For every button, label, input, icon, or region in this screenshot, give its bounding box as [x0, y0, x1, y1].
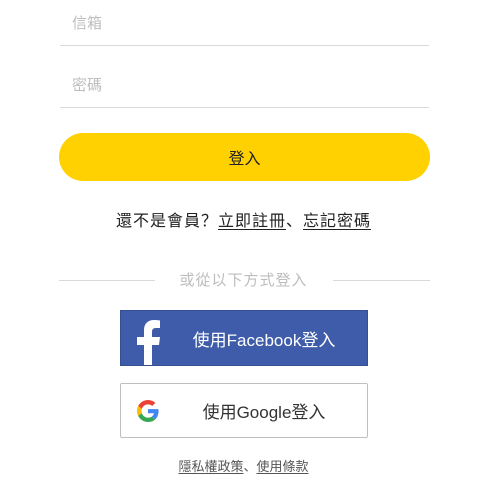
password-input[interactable] [60, 62, 429, 107]
google-login-button[interactable]: 使用Google登入 [120, 383, 368, 438]
footer-separator: 、 [243, 460, 257, 475]
forgot-password-link[interactable]: 忘記密碼 [303, 211, 371, 230]
social-divider: 或從以下方式登入 [0, 269, 487, 291]
email-field[interactable] [60, 0, 429, 46]
register-separator: 、 [286, 211, 304, 230]
privacy-policy-link[interactable]: 隱私權政策 [178, 460, 243, 475]
google-login-label: 使用Google登入 [202, 403, 326, 422]
facebook-login-button[interactable]: 使用Facebook登入 [120, 310, 368, 366]
terms-of-use-link[interactable]: 使用條款 [257, 460, 309, 475]
footer-links: 隱私權政策、使用條款 [0, 456, 487, 475]
password-field[interactable] [60, 62, 429, 108]
register-link[interactable]: 立即註冊 [218, 211, 286, 230]
login-button[interactable]: 登入 [59, 133, 430, 181]
register-prompt: 還不是會員？ [115, 211, 218, 230]
register-line: 還不是會員？立即註冊、忘記密碼 [0, 207, 487, 231]
email-input[interactable] [60, 0, 429, 45]
divider-line-right [333, 280, 430, 281]
facebook-login-label: 使用Facebook登入 [192, 330, 336, 350]
